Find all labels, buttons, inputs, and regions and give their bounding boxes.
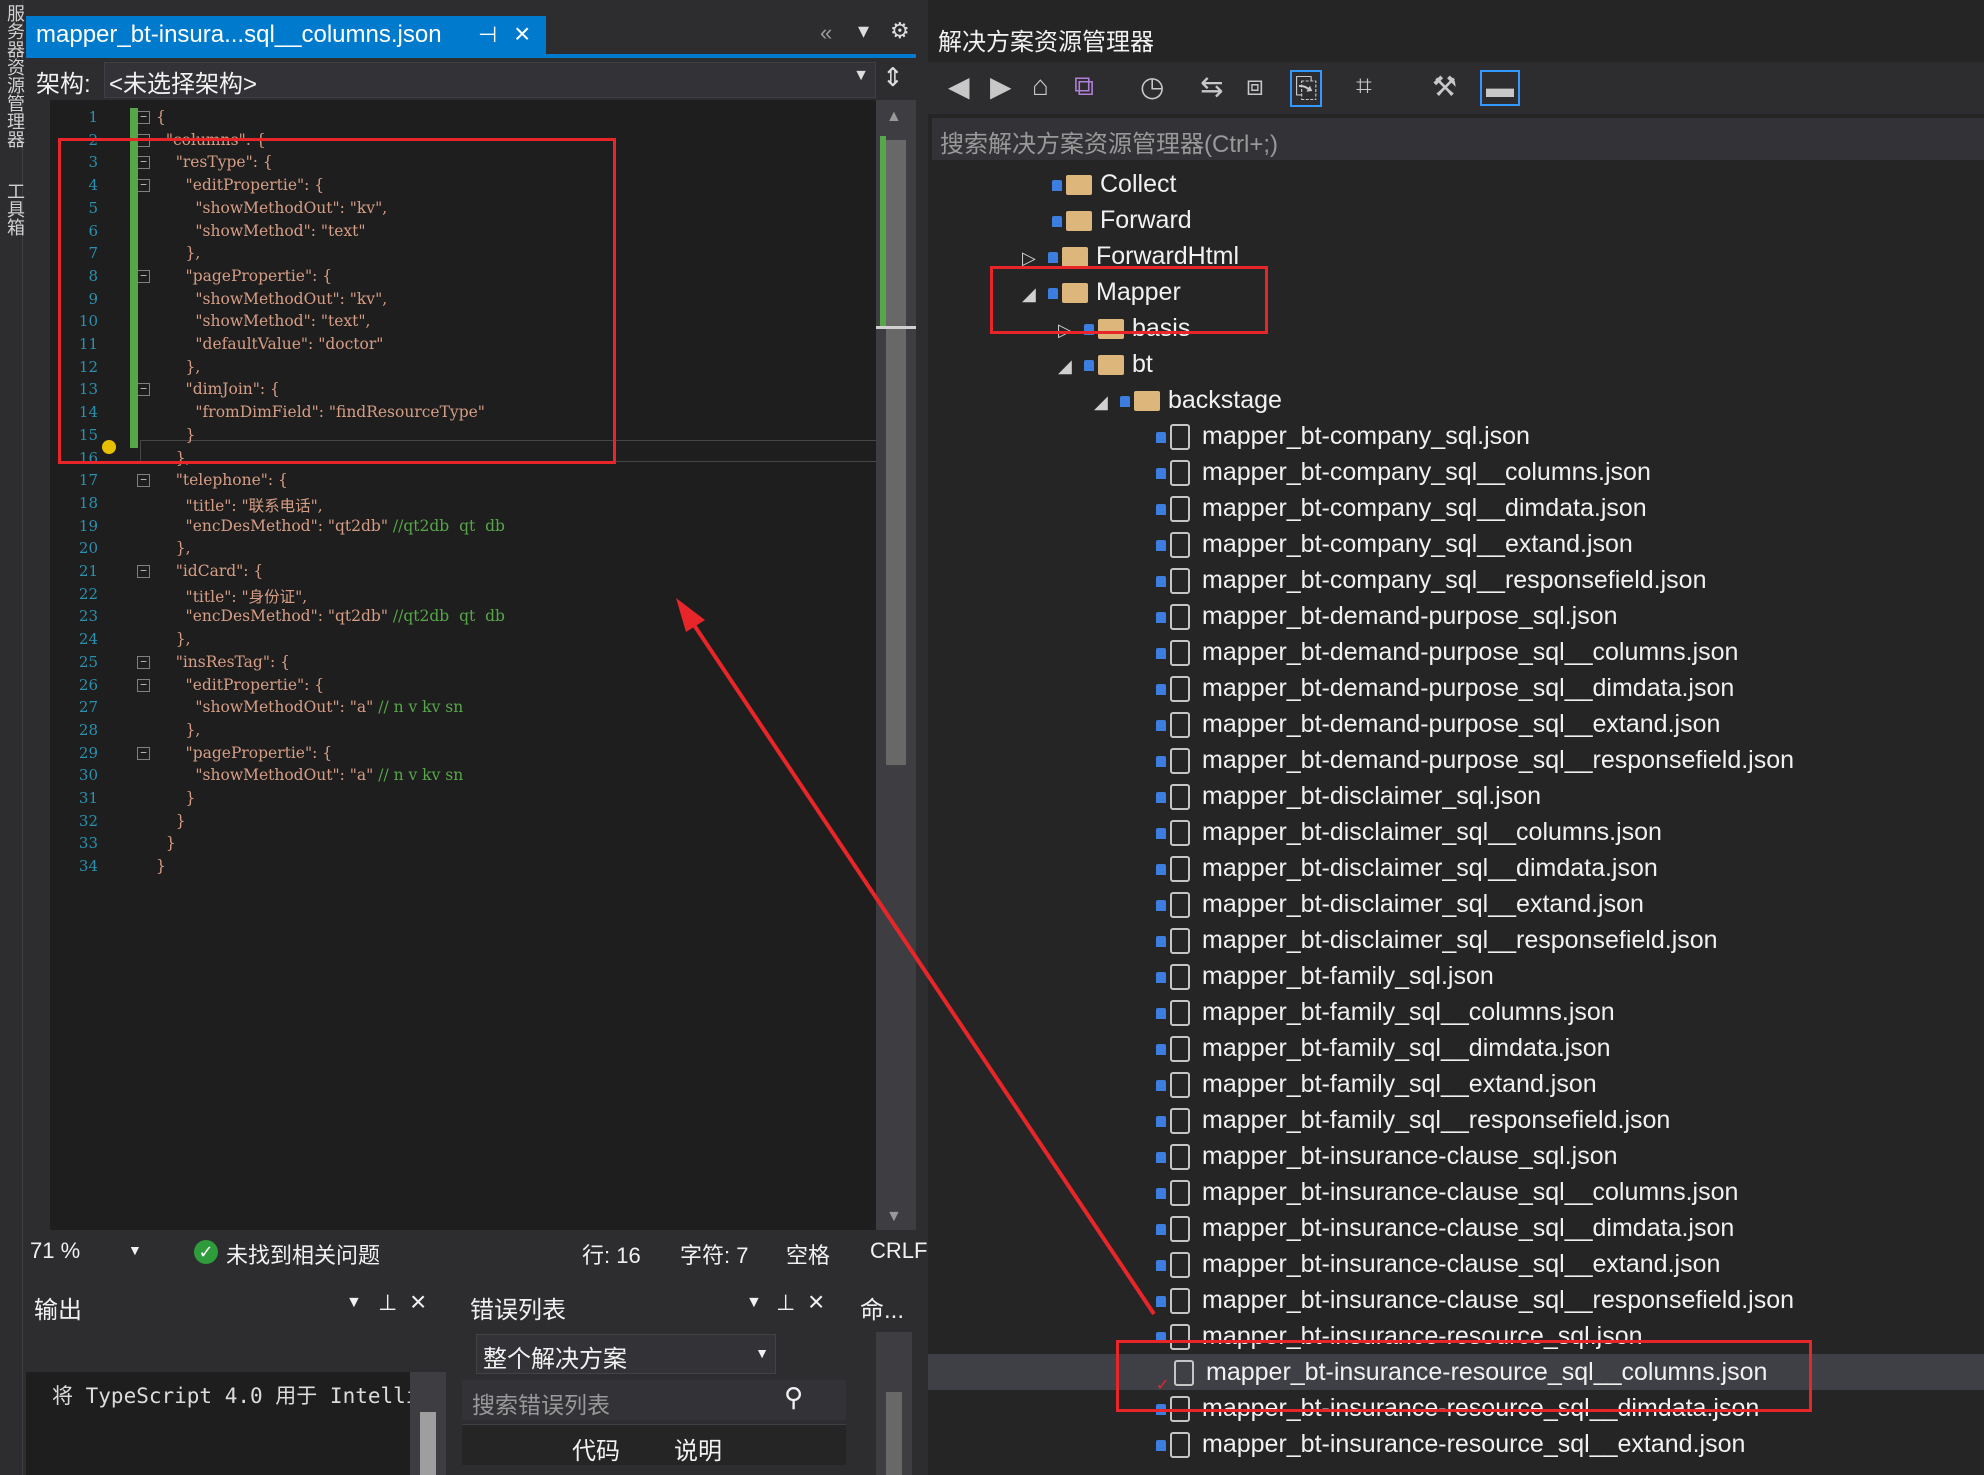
annotation-arrow <box>676 598 1156 1316</box>
